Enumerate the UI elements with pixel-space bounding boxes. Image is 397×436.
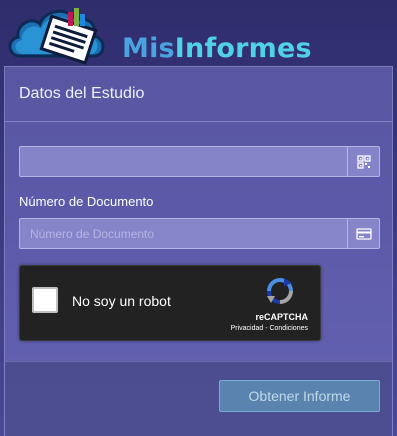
brand-name: MisInformes xyxy=(122,33,312,64)
id-card-icon xyxy=(355,227,372,240)
study-code-addon xyxy=(347,147,379,176)
recaptcha-widget: No soy un robot reCAPTCHA Privacidad - C… xyxy=(19,265,321,341)
study-form-card: Datos del Estudio Número de Documento Nú… xyxy=(4,66,393,436)
document-number-field xyxy=(19,218,380,249)
recaptcha-checkbox[interactable] xyxy=(32,287,58,313)
qr-code-icon xyxy=(356,154,371,169)
card-header: Datos del Estudio xyxy=(5,67,392,122)
document-number-label: Número de Documento xyxy=(19,194,154,209)
brand-part-mis: Mis xyxy=(122,33,175,64)
study-code-input[interactable] xyxy=(20,147,348,176)
card-footer: Obtener Informe xyxy=(5,361,392,436)
card-title: Datos del Estudio xyxy=(19,85,145,102)
recaptcha-logo-icon xyxy=(267,278,293,304)
recaptcha-label: No soy un robot xyxy=(72,293,171,309)
recaptcha-privacy-terms-links[interactable]: Privacidad - Condiciones xyxy=(231,325,308,332)
cloud-document-logo-icon xyxy=(8,8,105,65)
get-report-button[interactable]: Obtener Informe xyxy=(219,380,380,412)
recaptcha-brand: reCAPTCHA xyxy=(255,312,308,322)
logo: MisInformes xyxy=(6,4,312,68)
study-code-field xyxy=(19,146,380,177)
document-number-input[interactable] xyxy=(20,219,348,248)
document-number-addon xyxy=(347,219,379,248)
brand-part-informes: Informes xyxy=(174,33,312,64)
